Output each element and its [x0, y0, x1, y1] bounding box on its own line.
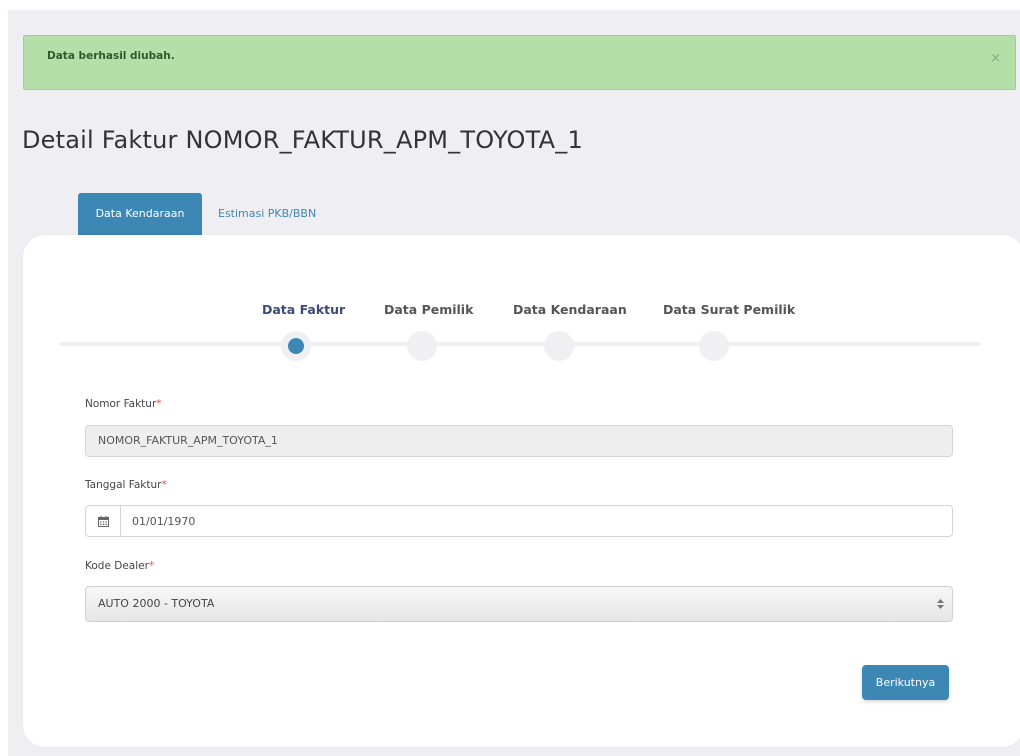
step-dot-data-kendaraan[interactable] [544, 331, 574, 361]
step-label-data-kendaraan[interactable]: Data Kendaraan [513, 302, 627, 317]
close-icon[interactable]: × [990, 52, 1001, 65]
required-mark: * [148, 560, 155, 572]
nomor-faktur-label: Nomor Faktur* [85, 398, 162, 410]
tanggal-faktur-input[interactable] [120, 506, 964, 536]
tanggal-faktur-field[interactable] [85, 505, 964, 537]
kode-dealer-selected: AUTO 2000 - TOYOTA [98, 597, 215, 610]
step-dot-data-faktur[interactable] [281, 331, 311, 361]
kode-dealer-select[interactable]: AUTO 2000 - TOYOTA [85, 586, 953, 622]
tab-data-kendaraan[interactable]: Data Kendaraan [78, 193, 202, 235]
alert-message: Data berhasil diubah. [47, 50, 175, 62]
calendar-icon[interactable] [86, 506, 121, 536]
nomor-faktur-field[interactable]: NOMOR_FAKTUR_APM_TOYOTA_1 [85, 425, 953, 457]
page-background: Data berhasil diubah. × Detail Faktur NO… [8, 10, 1020, 756]
next-button[interactable]: Berikutnya [862, 665, 949, 700]
required-mark: * [156, 398, 162, 410]
tab-estimasi-pkb-bbn[interactable]: Estimasi PKB/BBN [218, 193, 318, 235]
step-label-data-pemilik[interactable]: Data Pemilik [384, 302, 473, 317]
page-title: Detail Faktur NOMOR_FAKTUR_APM_TOYOTA_1 [22, 126, 583, 154]
select-arrows-icon [937, 587, 944, 621]
kode-dealer-label: Kode Dealer* [85, 560, 155, 572]
step-dot-data-pemilik[interactable] [407, 331, 437, 361]
success-alert: Data berhasil diubah. × [23, 35, 1016, 90]
tanggal-faktur-label: Tanggal Faktur* [85, 479, 167, 491]
stepper-track [59, 342, 981, 346]
step-dot-data-surat-pemilik[interactable] [699, 331, 729, 361]
step-label-data-faktur[interactable]: Data Faktur [262, 302, 345, 317]
required-mark: * [161, 479, 167, 491]
step-label-data-surat-pemilik[interactable]: Data Surat Pemilik [663, 302, 795, 317]
form-card: Data Faktur Data Pemilik Data Kendaraan … [23, 235, 1020, 747]
